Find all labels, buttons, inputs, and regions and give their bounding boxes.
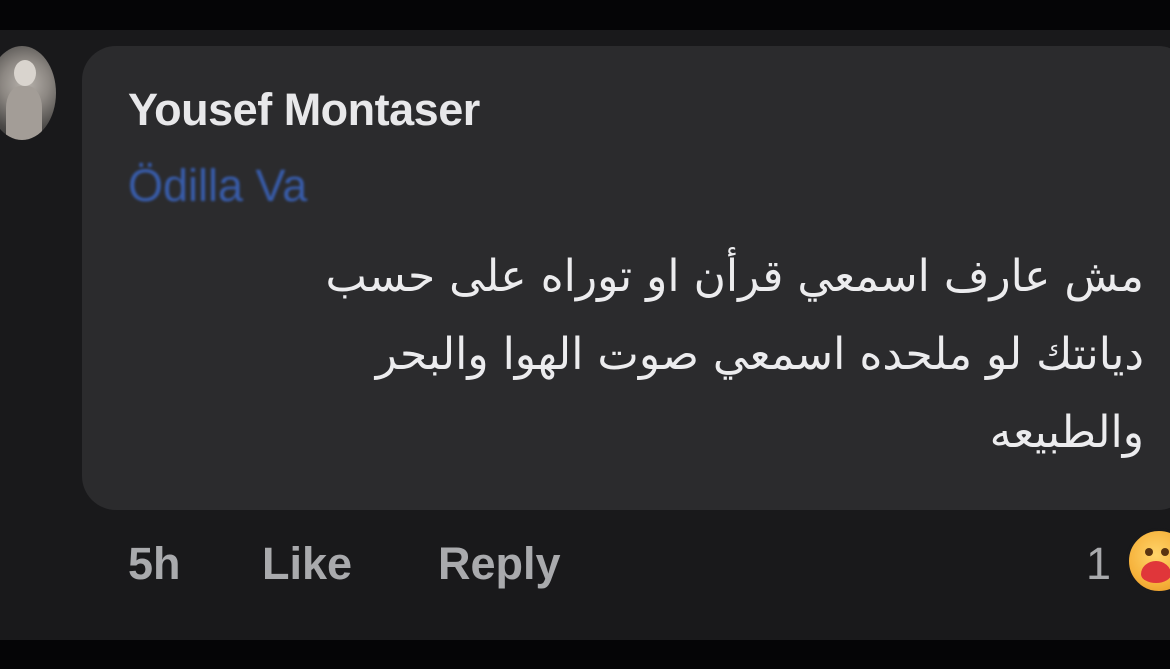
reaction-count[interactable]: 1 [1086, 538, 1111, 590]
comment-timestamp[interactable]: 5h [128, 538, 181, 590]
screenshot-frame: Yousef Montaser Ödilla Va مش عارف اسمعي … [0, 0, 1170, 669]
avatar-body [6, 86, 42, 140]
avatar-head [14, 60, 36, 86]
reply-button[interactable]: Reply [438, 538, 561, 590]
like-button[interactable]: Like [262, 538, 352, 590]
reaction-eye [1145, 548, 1153, 556]
comment-text: مش عارف اسمعي قرأن او توراه على حسب ديان… [144, 238, 1145, 472]
reaction-eye [1161, 548, 1169, 556]
comment-line: والطبيعه [989, 407, 1144, 458]
mention-link[interactable]: Ödilla Va [128, 160, 307, 212]
comment-line: ديانتك لو ملحده اسمعي صوت الهوا والبحر [375, 329, 1144, 380]
top-border [0, 0, 1170, 30]
comment-line: مش عارف اسمعي قرأن او توراه على حسب [325, 251, 1145, 302]
heart-icon [1141, 561, 1170, 583]
bottom-border [0, 640, 1170, 669]
comment-author[interactable]: Yousef Montaser [128, 84, 480, 136]
